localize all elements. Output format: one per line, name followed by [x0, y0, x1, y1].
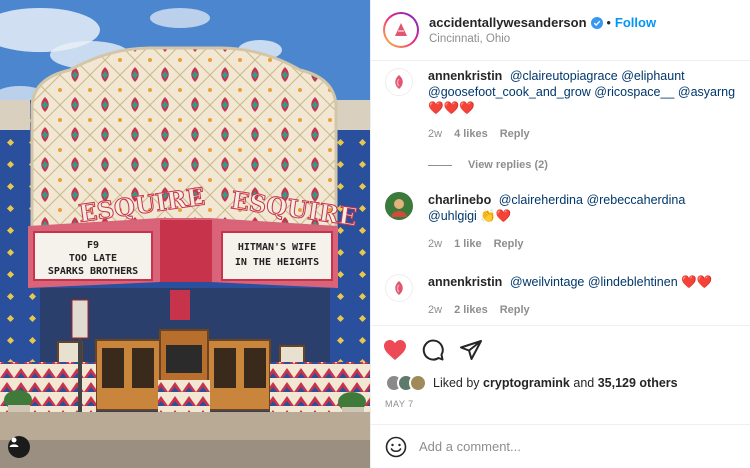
instagram-post-view: ESQUIRE ESQUIRE F9 TOO LATE SPARKS BROTH… [0, 0, 750, 468]
share-icon[interactable] [459, 338, 483, 362]
avatar[interactable] [385, 274, 413, 302]
marquee-left-line-3: SPARKS BROTHERS [48, 266, 138, 277]
likes-summary: Liked by cryptogramink and 35,129 others [385, 374, 678, 392]
reply-button[interactable]: Reply [500, 128, 530, 140]
mention-link[interactable]: @asyarng [678, 85, 735, 99]
reply-button[interactable]: Reply [494, 238, 524, 250]
post-date[interactable]: MAY 7 [385, 399, 414, 409]
comment-username[interactable]: charlinebo [428, 193, 491, 207]
comment-meta: 2w 2 likes Reply [428, 304, 530, 316]
heart-icon[interactable] [383, 338, 407, 362]
separator-dot: • [606, 15, 611, 30]
comment-text: annenkristin @weilvintage @lindeblehtine… [428, 274, 736, 290]
comment-username[interactable]: annenkristin [428, 275, 502, 289]
mention-link[interactable]: @lindeblehtinen [588, 275, 678, 289]
mention-link[interactable]: @weilvintage [510, 275, 585, 289]
mention-link[interactable]: @uhlgigi [428, 209, 477, 223]
mention-link[interactable]: @claireutopiagrace [510, 69, 618, 83]
emoji-icon[interactable] [385, 436, 407, 458]
marquee-right-line-1: HITMAN'S WIFE [238, 242, 316, 253]
follow-button[interactable]: Follow [615, 15, 656, 30]
heart-emojis: ❤️❤️ [681, 275, 713, 289]
comment-text: charlinebo @claireherdina @rebeccaherdin… [428, 192, 736, 224]
comment-likes-count[interactable]: 1 like [454, 238, 482, 250]
post-header: accidentallywesanderson • Follow Cincinn… [371, 0, 750, 61]
comment-icon[interactable] [421, 338, 445, 362]
liked-by-others[interactable]: 35,129 others [598, 376, 678, 390]
avatar[interactable] [383, 12, 419, 48]
comment-text: annenkristin @claireutopiagrace @eliphau… [428, 68, 736, 116]
post-author-username[interactable]: accidentallywesanderson [429, 15, 587, 30]
mention-link[interactable]: @rebeccaherdina [586, 193, 685, 207]
avatar[interactable] [385, 68, 413, 96]
avatar[interactable] [385, 192, 413, 220]
verified-icon [590, 16, 603, 29]
replies-divider [428, 164, 452, 166]
comment-meta: 2w 1 like Reply [428, 238, 524, 250]
clap-heart-emojis: 👏❤️ [480, 209, 512, 223]
liked-by-conj: and [573, 376, 595, 390]
liked-by-avatars[interactable] [385, 374, 427, 392]
comment-meta: 2w 4 likes Reply [428, 128, 530, 140]
mention-link[interactable]: @claireherdina [499, 193, 583, 207]
post-location[interactable]: Cincinnati, Ohio [429, 33, 656, 45]
heart-emojis: ❤️❤️❤️ [428, 101, 475, 115]
view-replies-button[interactable]: View replies (2) [428, 159, 548, 171]
comment-age[interactable]: 2w [428, 304, 442, 316]
liked-by-prefix: Liked by [433, 376, 480, 390]
post-actions-bar [371, 325, 750, 373]
account-logo-icon [395, 23, 407, 36]
marquee-right-line-2: IN THE HEIGHTS [235, 257, 319, 268]
tag-user-icon[interactable] [8, 436, 30, 458]
mention-link[interactable]: @goosefoot_cook_and_grow [428, 85, 591, 99]
comment-age[interactable]: 2w [428, 238, 442, 250]
mention-link[interactable]: @ricospace__ [594, 85, 674, 99]
theater-illustration: ESQUIRE ESQUIRE F9 TOO LATE SPARKS BROTH… [0, 0, 370, 468]
post-photo[interactable]: ESQUIRE ESQUIRE F9 TOO LATE SPARKS BROTH… [0, 0, 370, 468]
comment-age[interactable]: 2w [428, 128, 442, 140]
marquee-left-line-2: TOO LATE [69, 253, 117, 264]
add-comment-bar [371, 424, 750, 468]
avatar [409, 374, 427, 392]
liked-by-user[interactable]: cryptogramink [483, 376, 570, 390]
marquee-left-line-1: F9 [87, 240, 99, 251]
reply-button[interactable]: Reply [500, 304, 530, 316]
comment-username[interactable]: annenkristin [428, 69, 502, 83]
post-side-panel: accidentallywesanderson • Follow Cincinn… [370, 0, 750, 468]
view-replies-label: View replies (2) [468, 159, 548, 171]
comment-likes-count[interactable]: 4 likes [454, 128, 488, 140]
comment-likes-count[interactable]: 2 likes [454, 304, 488, 316]
mention-link[interactable]: @eliphaunt [621, 69, 684, 83]
add-comment-input[interactable] [419, 439, 699, 454]
